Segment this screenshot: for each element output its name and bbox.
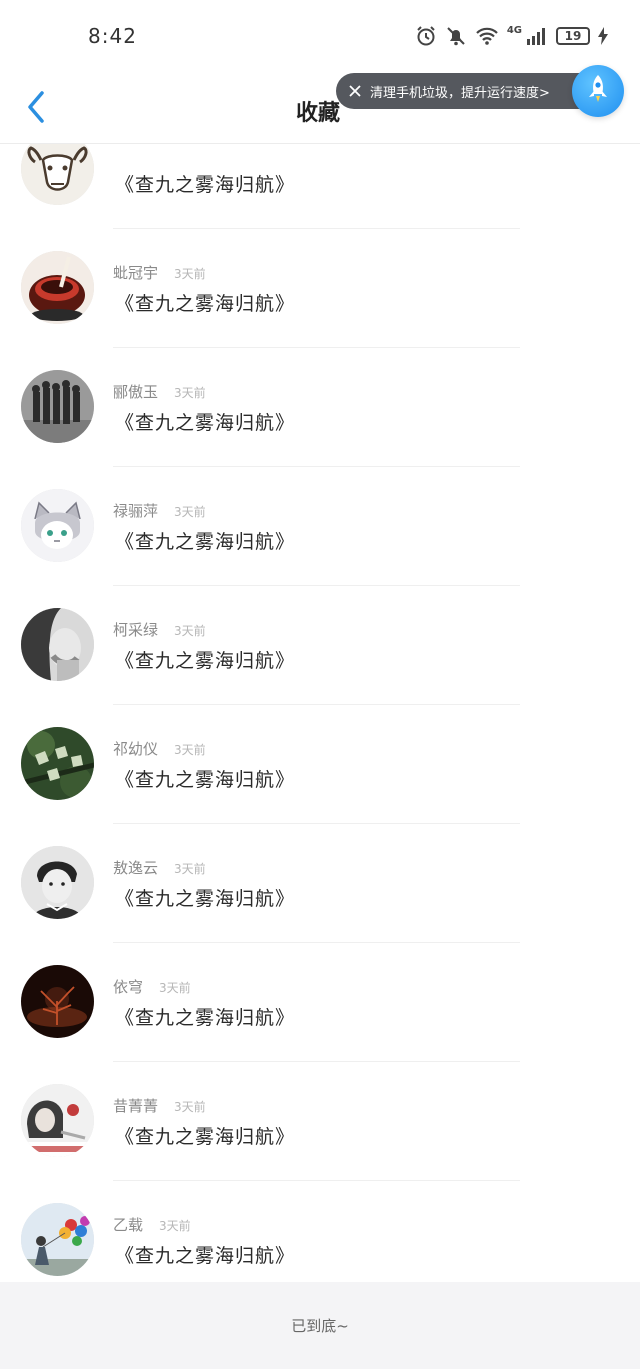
time-ago: 3天前	[159, 981, 191, 995]
network-type: 4G	[506, 24, 522, 36]
time-ago: 3天前	[174, 267, 206, 281]
item-meta: 敖逸云 3天前	[113, 857, 206, 878]
book-title[interactable]: 《查九之雾海归航》	[115, 527, 295, 554]
time-ago: 3天前	[174, 743, 206, 757]
book-title[interactable]: 《查九之雾海归航》	[115, 646, 295, 673]
header: 收藏 清理手机垃圾，提升运行速度>	[0, 65, 640, 144]
item-meta: 依穹 3天前	[113, 976, 191, 997]
item-meta: 禄骊萍 3天前	[113, 500, 206, 521]
list-item[interactable]: 郦傲玉 3天前 《查九之雾海归航》	[0, 348, 640, 467]
avatar[interactable]	[21, 370, 94, 443]
list-item[interactable]: 祁幼仪 3天前 《查九之雾海归航》	[0, 705, 640, 824]
avatar[interactable]	[21, 144, 94, 205]
avatar[interactable]	[21, 727, 94, 800]
list-item[interactable]: 禄骊萍 3天前 《查九之雾海归航》	[0, 467, 640, 586]
cleanup-toast[interactable]: 清理手机垃圾，提升运行速度>	[336, 73, 596, 109]
avatar[interactable]	[21, 1203, 94, 1276]
book-title[interactable]: 《查九之雾海归航》	[115, 1003, 295, 1030]
item-meta: 柯采绿 3天前	[113, 619, 206, 640]
avatar[interactable]	[21, 846, 94, 919]
close-icon[interactable]	[340, 73, 370, 109]
bell-muted-icon	[445, 25, 467, 47]
wifi-icon	[475, 26, 499, 46]
list-item[interactable]: 昔菁菁 3天前 《查九之雾海归航》	[0, 1062, 640, 1181]
user-name: 蚍冠宇	[113, 264, 159, 282]
time-ago: 3天前	[174, 624, 206, 638]
user-name: 乙载	[113, 1216, 144, 1234]
item-meta: 蚍冠宇 3天前	[113, 262, 206, 283]
charging-icon	[598, 27, 608, 45]
end-of-list-text: 已到底~	[291, 1317, 349, 1335]
favorites-list: 《查九之雾海归航》 蚍冠宇 3天前 《查九之雾海归航》 郦傲玉 3天前 《查九之…	[0, 144, 640, 1282]
avatar[interactable]	[21, 489, 94, 562]
book-title[interactable]: 《查九之雾海归航》	[115, 289, 295, 316]
book-title[interactable]: 《查九之雾海归航》	[115, 765, 295, 792]
user-name: 依穹	[113, 978, 144, 996]
list-item[interactable]: 敖逸云 3天前 《查九之雾海归航》	[0, 824, 640, 943]
avatar[interactable]	[21, 1084, 94, 1157]
list-item[interactable]: 乙载 3天前 《查九之雾海归航》	[0, 1181, 640, 1282]
book-title[interactable]: 《查九之雾海归航》	[115, 884, 295, 911]
book-title[interactable]: 《查九之雾海归航》	[115, 1122, 295, 1149]
page-title: 收藏	[296, 101, 341, 126]
time-ago: 3天前	[174, 1100, 206, 1114]
alarm-icon	[415, 25, 437, 47]
list-item[interactable]: 《查九之雾海归航》	[0, 144, 640, 229]
time-ago: 3天前	[174, 505, 206, 519]
rocket-button[interactable]	[572, 65, 624, 117]
list-item[interactable]: 蚍冠宇 3天前 《查九之雾海归航》	[0, 229, 640, 348]
toast-text[interactable]: 清理手机垃圾，提升运行速度>	[370, 82, 550, 101]
item-meta: 昔菁菁 3天前	[113, 1095, 206, 1116]
item-meta: 乙载 3天前	[113, 1214, 191, 1235]
item-meta: 郦傲玉 3天前	[113, 381, 206, 402]
book-title[interactable]: 《查九之雾海归航》	[115, 1241, 295, 1268]
user-name: 柯采绿	[113, 621, 159, 639]
avatar[interactable]	[21, 965, 94, 1038]
status-bar: 8:42 4G 19	[0, 0, 640, 75]
avatar[interactable]	[21, 251, 94, 324]
book-title[interactable]: 《查九之雾海归航》	[115, 408, 295, 435]
status-time: 8:42	[88, 24, 137, 48]
signal-icon	[526, 26, 548, 46]
user-name: 郦傲玉	[113, 383, 159, 401]
list-item[interactable]: 柯采绿 3天前 《查九之雾海归航》	[0, 586, 640, 705]
back-button[interactable]	[18, 89, 54, 129]
status-icons: 4G 19	[415, 22, 608, 50]
avatar[interactable]	[21, 608, 94, 681]
user-name: 昔菁菁	[113, 1097, 159, 1115]
book-title[interactable]: 《查九之雾海归航》	[115, 170, 295, 197]
chevron-left-icon	[25, 90, 47, 128]
rocket-icon	[585, 73, 611, 109]
user-name: 敖逸云	[113, 859, 159, 877]
time-ago: 3天前	[159, 1219, 191, 1233]
time-ago: 3天前	[174, 386, 206, 400]
battery-icon: 19	[556, 27, 590, 45]
user-name: 祁幼仪	[113, 740, 159, 758]
item-meta: 祁幼仪 3天前	[113, 738, 206, 759]
time-ago: 3天前	[174, 862, 206, 876]
user-name: 禄骊萍	[113, 502, 159, 520]
list-end-footer: 已到底~	[0, 1282, 640, 1369]
list-item[interactable]: 依穹 3天前 《查九之雾海归航》	[0, 943, 640, 1062]
